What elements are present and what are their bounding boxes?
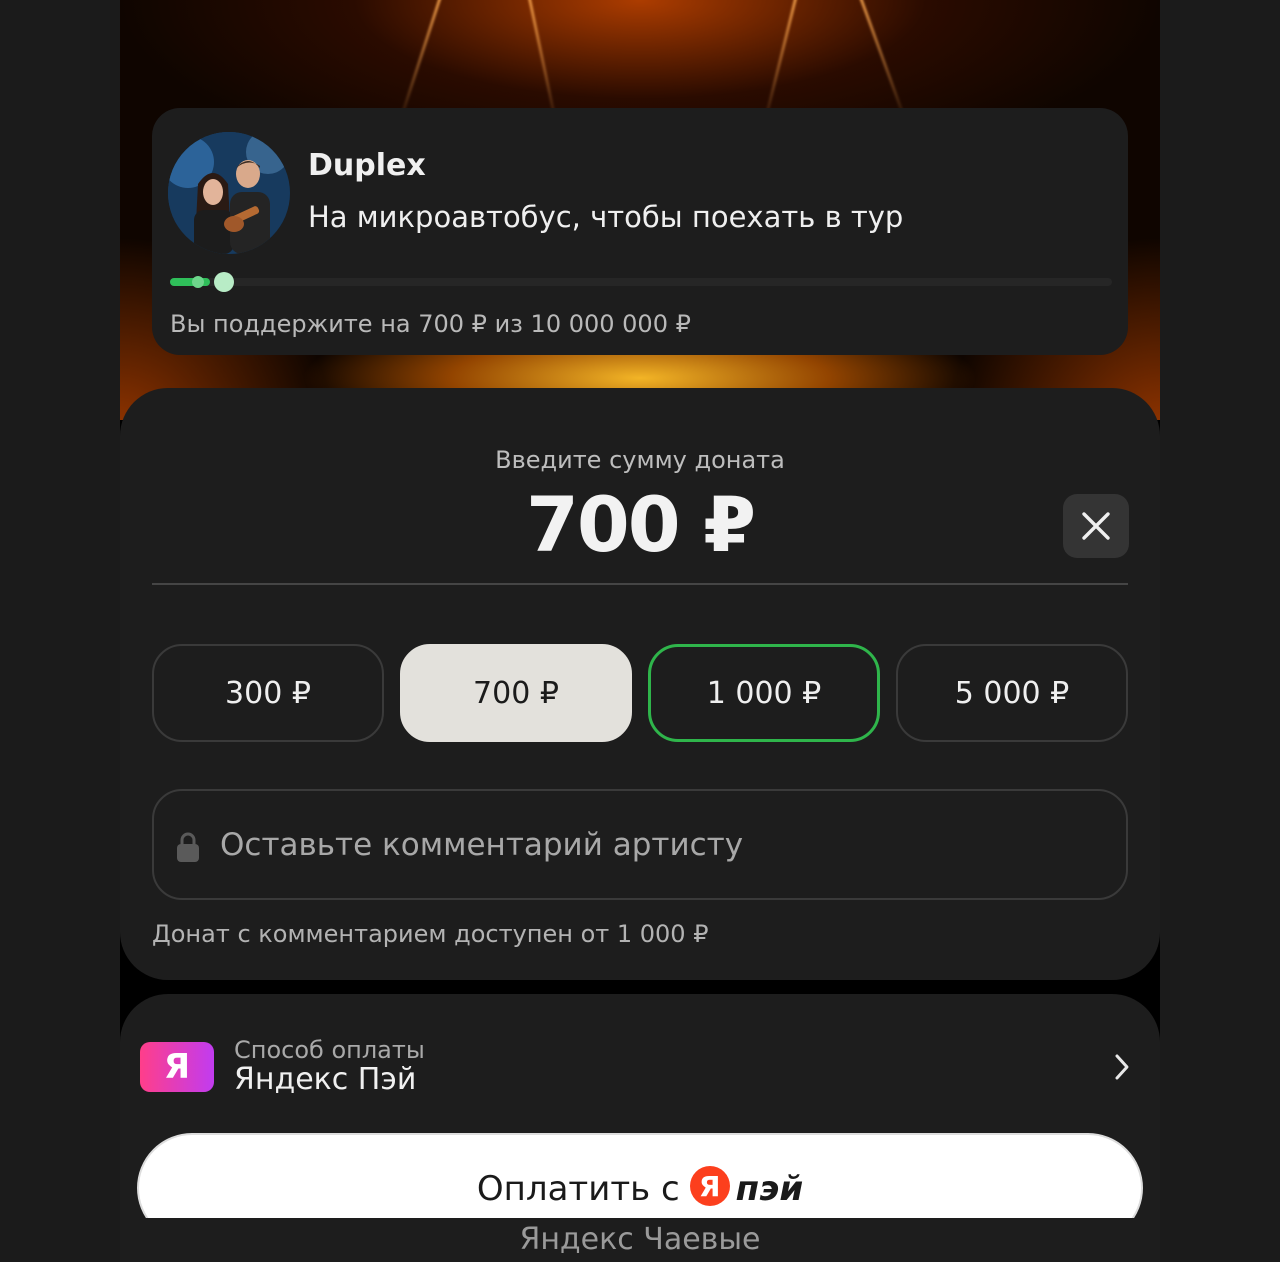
footer-label: Яндекс Чаевые <box>519 1222 761 1257</box>
payment-method-label: Способ оплаты <box>234 1036 425 1064</box>
support-summary: Вы поддержите на 700 ₽ из 10 000 000 ₽ <box>170 310 691 338</box>
donation-panel: Введите сумму доната 700 ₽ 300 ₽ 700 ₽ 1… <box>120 388 1160 980</box>
payment-method-value[interactable]: Яндекс Пэй <box>234 1062 416 1097</box>
campaign-card: Duplex На микроавтобус, чтобы поехать в … <box>152 108 1128 355</box>
lock-icon <box>177 832 199 862</box>
progress-marker-current <box>214 272 234 292</box>
amount-divider <box>152 583 1128 585</box>
progress-bar <box>170 272 1112 292</box>
preset-1000-button[interactable]: 1 000 ₽ <box>648 644 880 742</box>
artist-name: Duplex <box>308 148 426 183</box>
pay-brand-label: пэй <box>735 1169 804 1209</box>
comment-field[interactable]: Оставьте комментарий артисту <box>152 789 1128 900</box>
chevron-right-icon[interactable] <box>1110 1052 1134 1082</box>
app-window: Duplex На микроавтобус, чтобы поехать в … <box>120 0 1160 1262</box>
amount-presets: 300 ₽ 700 ₽ 1 000 ₽ 5 000 ₽ <box>152 644 1128 742</box>
campaign-description: На микроавтобус, чтобы поехать в тур <box>308 200 904 234</box>
yandex-logo-icon: Я <box>689 1166 730 1206</box>
amount-label: Введите сумму доната <box>495 446 785 474</box>
comment-hint: Донат с комментарием доступен от 1 000 ₽ <box>152 920 709 948</box>
preset-700-button[interactable]: 700 ₽ <box>400 644 632 742</box>
pay-button-label: Оплатить с <box>476 1169 680 1209</box>
preset-300-button[interactable]: 300 ₽ <box>152 644 384 742</box>
comment-placeholder: Оставьте комментарий артисту <box>220 827 744 863</box>
yandex-pay-logo-icon: Я <box>140 1042 214 1092</box>
avatar <box>168 132 290 254</box>
progress-fill <box>170 278 210 286</box>
amount-input[interactable]: 700 ₽ <box>120 480 1160 569</box>
close-icon <box>1082 512 1110 540</box>
progress-marker <box>192 276 204 288</box>
preset-5000-button[interactable]: 5 000 ₽ <box>896 644 1128 742</box>
clear-amount-button[interactable] <box>1063 494 1129 558</box>
